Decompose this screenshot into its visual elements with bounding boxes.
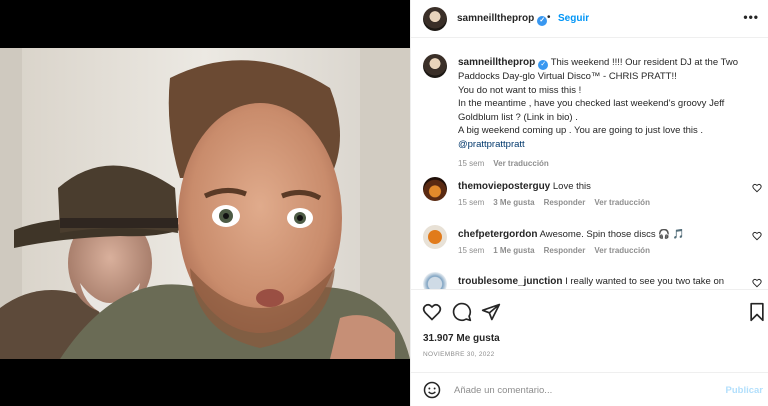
comment-icon[interactable] <box>452 302 472 322</box>
follow-button[interactable]: Seguir <box>558 13 589 24</box>
emoji-icon[interactable] <box>423 381 441 399</box>
comment-likes[interactable]: 3 Me gusta <box>493 198 534 207</box>
post-panel: samneilltheprop ✓ • Seguir ••• samneillth… <box>410 0 768 406</box>
add-comment-bar: Publicar <box>411 372 768 406</box>
comment-body: Awesome. Spin those discs 🎧 🎵 <box>539 229 685 240</box>
heart-icon[interactable] <box>422 302 442 322</box>
comment-username[interactable]: troublesome_junction <box>458 276 562 287</box>
comment-heart-icon[interactable] <box>752 183 762 193</box>
avatar[interactable] <box>423 177 447 201</box>
post-photo[interactable] <box>0 48 410 359</box>
verified-badge-icon: ✓ <box>538 60 549 70</box>
comment-username[interactable]: chefpetergordon <box>458 229 537 240</box>
share-icon[interactable] <box>481 302 501 322</box>
avatar[interactable] <box>423 225 447 249</box>
comments-section[interactable]: samneilltheprop ✓ This weekend !!!! Our r… <box>411 39 768 289</box>
translate-link[interactable]: Ver traducción <box>493 159 549 168</box>
comment-heart-icon[interactable] <box>752 231 762 241</box>
post-media <box>0 0 410 406</box>
comment-meta: 15 sem 1 Me gusta Responder Ver traducción <box>458 246 659 255</box>
comment-time[interactable]: 15 sem <box>458 246 484 255</box>
comment-body: Love this <box>552 181 591 192</box>
username-text[interactable]: samneilltheprop <box>457 13 534 24</box>
caption-text: samneilltheprop ✓ This weekend !!!! Our r… <box>458 56 758 152</box>
bookmark-icon[interactable] <box>747 302 767 322</box>
comment-item: chefpetergordon Awesome. Spin those disc… <box>423 225 768 265</box>
comment-text: chefpetergordon Awesome. Spin those disc… <box>458 229 738 240</box>
caption-username[interactable]: samneilltheprop <box>458 57 535 68</box>
comment-item: themovieposterguy Love this 15 sem 3 Me g… <box>423 177 768 217</box>
caption-line: In the meantime , have you checked last … <box>458 98 725 123</box>
translate-link[interactable]: Ver traducción <box>594 246 650 255</box>
caption-line: A big weekend coming up . You are going … <box>458 125 704 137</box>
reply-button[interactable]: Responder <box>544 246 586 255</box>
caption-meta: 15 sem Ver traducción <box>458 159 558 168</box>
comment-input[interactable] <box>454 381 704 399</box>
selfie-image <box>0 48 410 359</box>
mention-link[interactable]: @prattprattpratt <box>458 138 758 152</box>
comment-body: I really wanted to see you two take on <box>565 276 725 287</box>
comment-likes[interactable]: 1 Me gusta <box>493 246 534 255</box>
post-username[interactable]: samneilltheprop ✓ <box>457 13 548 26</box>
avatar[interactable] <box>423 7 447 31</box>
publish-button[interactable]: Publicar <box>726 385 764 396</box>
comment-time[interactable]: 15 sem <box>458 198 484 207</box>
translate-link[interactable]: Ver traducción <box>594 198 650 207</box>
comment-meta: 15 sem 3 Me gusta Responder Ver traducción <box>458 198 659 207</box>
caption-time[interactable]: 15 sem <box>458 159 484 168</box>
verified-badge-icon: ✓ <box>537 16 548 26</box>
comment-username[interactable]: themovieposterguy <box>458 181 550 192</box>
avatar[interactable] <box>423 272 447 289</box>
caption-line: You do not want to miss this ! <box>458 84 582 96</box>
post-actions: 31.907 Me gusta NOVIEMBRE 30, 2022 <box>411 289 768 369</box>
comment-text: troublesome_junction I really wanted to … <box>458 276 738 287</box>
avatar[interactable] <box>423 54 447 78</box>
post-date[interactable]: NOVIEMBRE 30, 2022 <box>423 351 495 358</box>
likes-count[interactable]: 31.907 Me gusta <box>423 333 500 344</box>
comment-item: troublesome_junction I really wanted to … <box>423 272 768 289</box>
post-header: samneilltheprop ✓ • Seguir ••• <box>411 0 768 38</box>
reply-button[interactable]: Responder <box>544 198 586 207</box>
separator-dot: • <box>547 12 551 23</box>
comment-heart-icon[interactable] <box>752 278 762 288</box>
comment-text: themovieposterguy Love this <box>458 181 738 192</box>
more-options-icon[interactable]: ••• <box>743 10 759 24</box>
